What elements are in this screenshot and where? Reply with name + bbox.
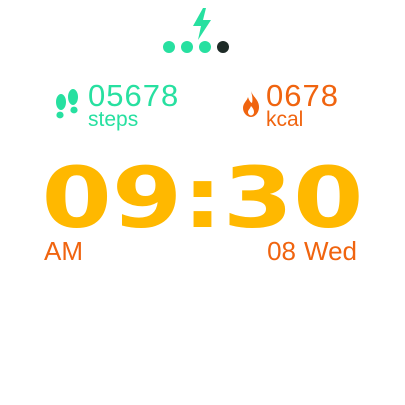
- calories-unit-label: kcal: [266, 108, 304, 131]
- battery-level-indicator: [163, 41, 229, 55]
- steps-unit-label: steps: [88, 108, 139, 131]
- battery-dot: [163, 41, 175, 53]
- battery-dot: [181, 41, 193, 53]
- battery-dot: [199, 41, 211, 53]
- flame-icon: [243, 91, 259, 117]
- watch-face: 05678 steps 0678 kcal 09:30 AM 08 Wed: [0, 0, 405, 405]
- footprints-icon: [56, 89, 78, 119]
- date-weekday: Wed: [304, 236, 357, 266]
- time-text: 09:30: [42, 156, 364, 238]
- date-display: 08 Wed: [267, 236, 357, 266]
- date-day: 08: [267, 236, 296, 266]
- time-display: 09:30: [42, 156, 364, 238]
- charging-bolt-icon: [193, 8, 211, 40]
- battery-dot: [217, 41, 229, 53]
- am-pm-indicator: AM: [44, 236, 83, 266]
